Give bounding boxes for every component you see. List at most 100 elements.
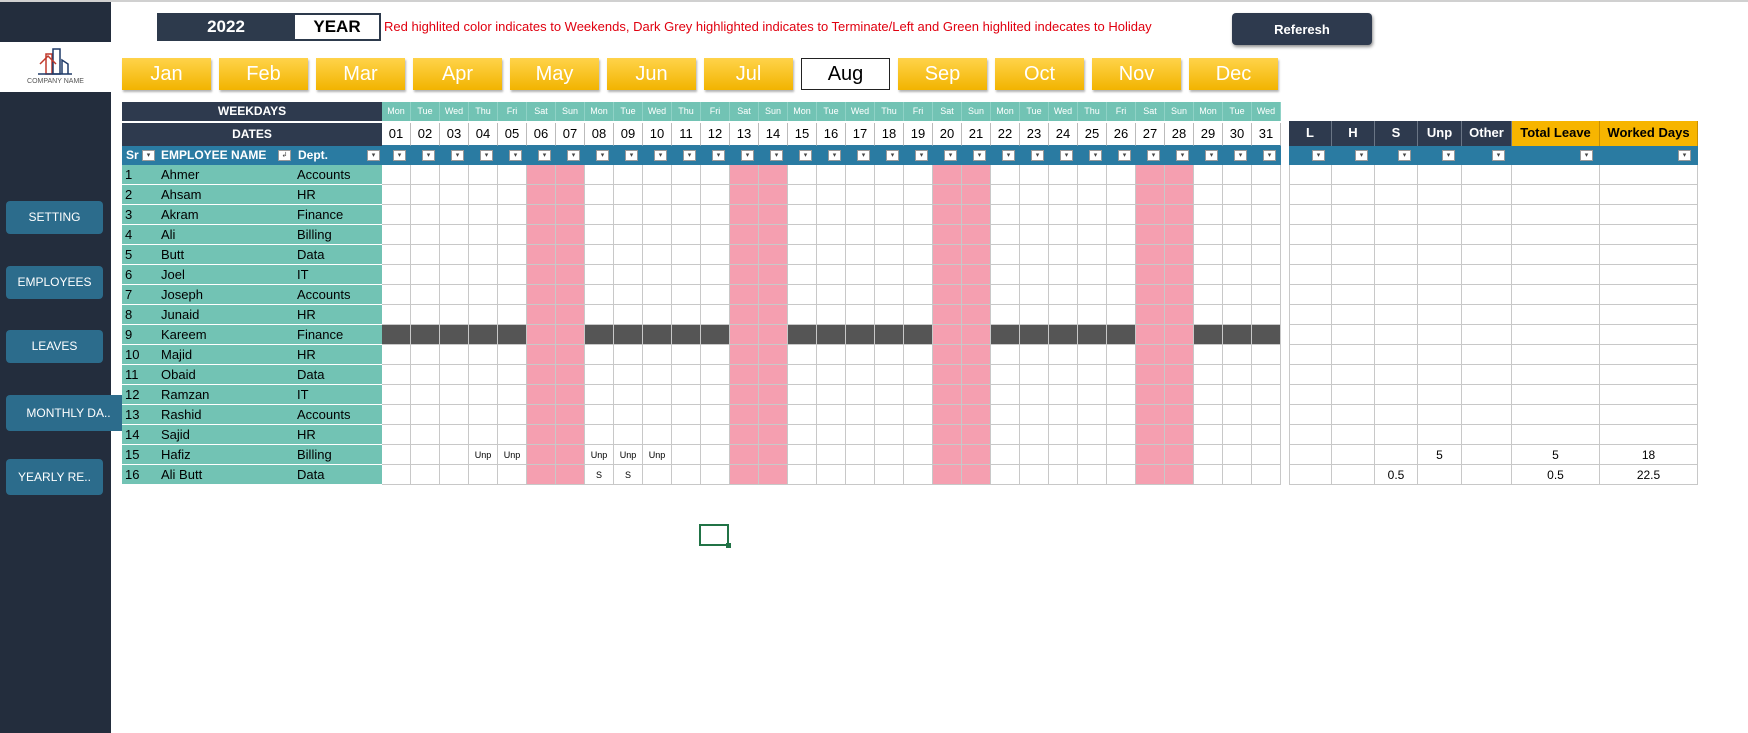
attendance-cell[interactable] — [469, 225, 498, 245]
attendance-cell[interactable] — [730, 445, 759, 465]
attendance-cell[interactable] — [411, 165, 440, 185]
attendance-cell[interactable] — [1136, 465, 1165, 485]
attendance-cell[interactable] — [440, 185, 469, 205]
attendance-cell[interactable] — [643, 265, 672, 285]
attendance-cell[interactable] — [875, 445, 904, 465]
month-button-jan[interactable]: Jan — [122, 58, 211, 90]
attendance-cell[interactable] — [991, 285, 1020, 305]
attendance-cell[interactable] — [1107, 345, 1136, 365]
summary-cell[interactable] — [1512, 165, 1600, 185]
attendance-cell[interactable] — [1252, 305, 1281, 325]
summary-cell[interactable] — [1375, 385, 1418, 405]
attendance-cell[interactable] — [440, 245, 469, 265]
attendance-cell[interactable] — [875, 285, 904, 305]
attendance-cell[interactable] — [1165, 305, 1194, 325]
attendance-cell[interactable] — [1049, 365, 1078, 385]
attendance-cell[interactable] — [1194, 165, 1223, 185]
attendance-cell[interactable] — [614, 405, 643, 425]
attendance-cell[interactable] — [585, 365, 614, 385]
attendance-cell[interactable] — [1252, 405, 1281, 425]
attendance-cell[interactable] — [1165, 325, 1194, 345]
attendance-cell[interactable] — [1165, 465, 1194, 485]
filter-dropdown-icon[interactable]: ▾ — [367, 150, 380, 161]
attendance-cell[interactable] — [730, 405, 759, 425]
attendance-cell[interactable] — [643, 385, 672, 405]
filter-dropdown-icon[interactable]: ▾ — [857, 150, 870, 161]
attendance-cell[interactable] — [1136, 325, 1165, 345]
summary-cell[interactable] — [1418, 225, 1462, 245]
attendance-cell[interactable] — [933, 245, 962, 265]
filter-dropdown-icon[interactable]: ▾ — [1234, 150, 1247, 161]
attendance-cell[interactable] — [1223, 385, 1252, 405]
attendance-cell[interactable] — [817, 265, 846, 285]
attendance-cell[interactable] — [730, 425, 759, 445]
attendance-cell[interactable] — [672, 305, 701, 325]
attendance-cell[interactable] — [933, 185, 962, 205]
month-button-dec[interactable]: Dec — [1189, 58, 1278, 90]
attendance-cell[interactable] — [498, 325, 527, 345]
attendance-cell[interactable] — [933, 405, 962, 425]
filter-dropdown-icon[interactable]: ▾ — [1118, 150, 1131, 161]
attendance-cell[interactable] — [527, 405, 556, 425]
attendance-cell[interactable] — [585, 305, 614, 325]
summary-cell[interactable] — [1418, 365, 1462, 385]
attendance-cell[interactable] — [382, 245, 411, 265]
attendance-cell[interactable] — [962, 345, 991, 365]
attendance-cell[interactable] — [759, 325, 788, 345]
attendance-cell[interactable] — [904, 305, 933, 325]
attendance-cell[interactable] — [875, 405, 904, 425]
summary-cell[interactable] — [1332, 265, 1375, 285]
summary-cell[interactable] — [1600, 405, 1698, 425]
attendance-cell[interactable] — [788, 185, 817, 205]
attendance-cell[interactable] — [1049, 185, 1078, 205]
attendance-cell[interactable] — [933, 365, 962, 385]
month-button-jun[interactable]: Jun — [607, 58, 696, 90]
filter-dropdown-icon[interactable]: ▾ — [1580, 150, 1593, 161]
attendance-cell[interactable] — [1049, 465, 1078, 485]
attendance-cell[interactable] — [1049, 385, 1078, 405]
attendance-cell[interactable] — [759, 185, 788, 205]
attendance-cell[interactable] — [527, 185, 556, 205]
attendance-cell[interactable] — [846, 405, 875, 425]
attendance-cell[interactable] — [469, 265, 498, 285]
attendance-cell[interactable] — [440, 205, 469, 225]
attendance-cell[interactable] — [1165, 245, 1194, 265]
attendance-cell[interactable] — [643, 325, 672, 345]
summary-cell[interactable] — [1512, 405, 1600, 425]
attendance-cell[interactable] — [1252, 465, 1281, 485]
attendance-cell[interactable] — [469, 365, 498, 385]
attendance-cell[interactable] — [556, 185, 585, 205]
attendance-cell[interactable] — [527, 205, 556, 225]
attendance-cell[interactable] — [1252, 185, 1281, 205]
attendance-cell[interactable] — [817, 385, 846, 405]
summary-cell[interactable] — [1462, 185, 1512, 205]
attendance-cell[interactable] — [759, 465, 788, 485]
attendance-cell[interactable] — [904, 325, 933, 345]
attendance-cell[interactable] — [527, 285, 556, 305]
summary-cell[interactable] — [1418, 265, 1462, 285]
attendance-cell[interactable] — [498, 265, 527, 285]
attendance-cell[interactable] — [1107, 185, 1136, 205]
summary-cell[interactable] — [1375, 185, 1418, 205]
attendance-cell[interactable] — [498, 245, 527, 265]
attendance-cell[interactable] — [875, 305, 904, 325]
attendance-cell[interactable] — [817, 365, 846, 385]
attendance-cell[interactable] — [759, 245, 788, 265]
attendance-cell[interactable] — [527, 265, 556, 285]
attendance-cell[interactable]: Unp — [643, 445, 672, 465]
attendance-cell[interactable] — [875, 385, 904, 405]
attendance-cell[interactable] — [1020, 425, 1049, 445]
attendance-cell[interactable] — [614, 365, 643, 385]
attendance-cell[interactable] — [469, 425, 498, 445]
attendance-cell[interactable] — [643, 245, 672, 265]
filter-dropdown-icon[interactable]: ▾ — [886, 150, 899, 161]
attendance-cell[interactable] — [440, 225, 469, 245]
summary-cell[interactable] — [1462, 385, 1512, 405]
summary-cell[interactable] — [1289, 205, 1332, 225]
attendance-cell[interactable] — [498, 425, 527, 445]
attendance-cell[interactable] — [904, 385, 933, 405]
attendance-cell[interactable] — [498, 465, 527, 485]
filter-dropdown-icon[interactable]: ▾ — [915, 150, 928, 161]
attendance-cell[interactable] — [1223, 325, 1252, 345]
attendance-cell[interactable] — [382, 345, 411, 365]
